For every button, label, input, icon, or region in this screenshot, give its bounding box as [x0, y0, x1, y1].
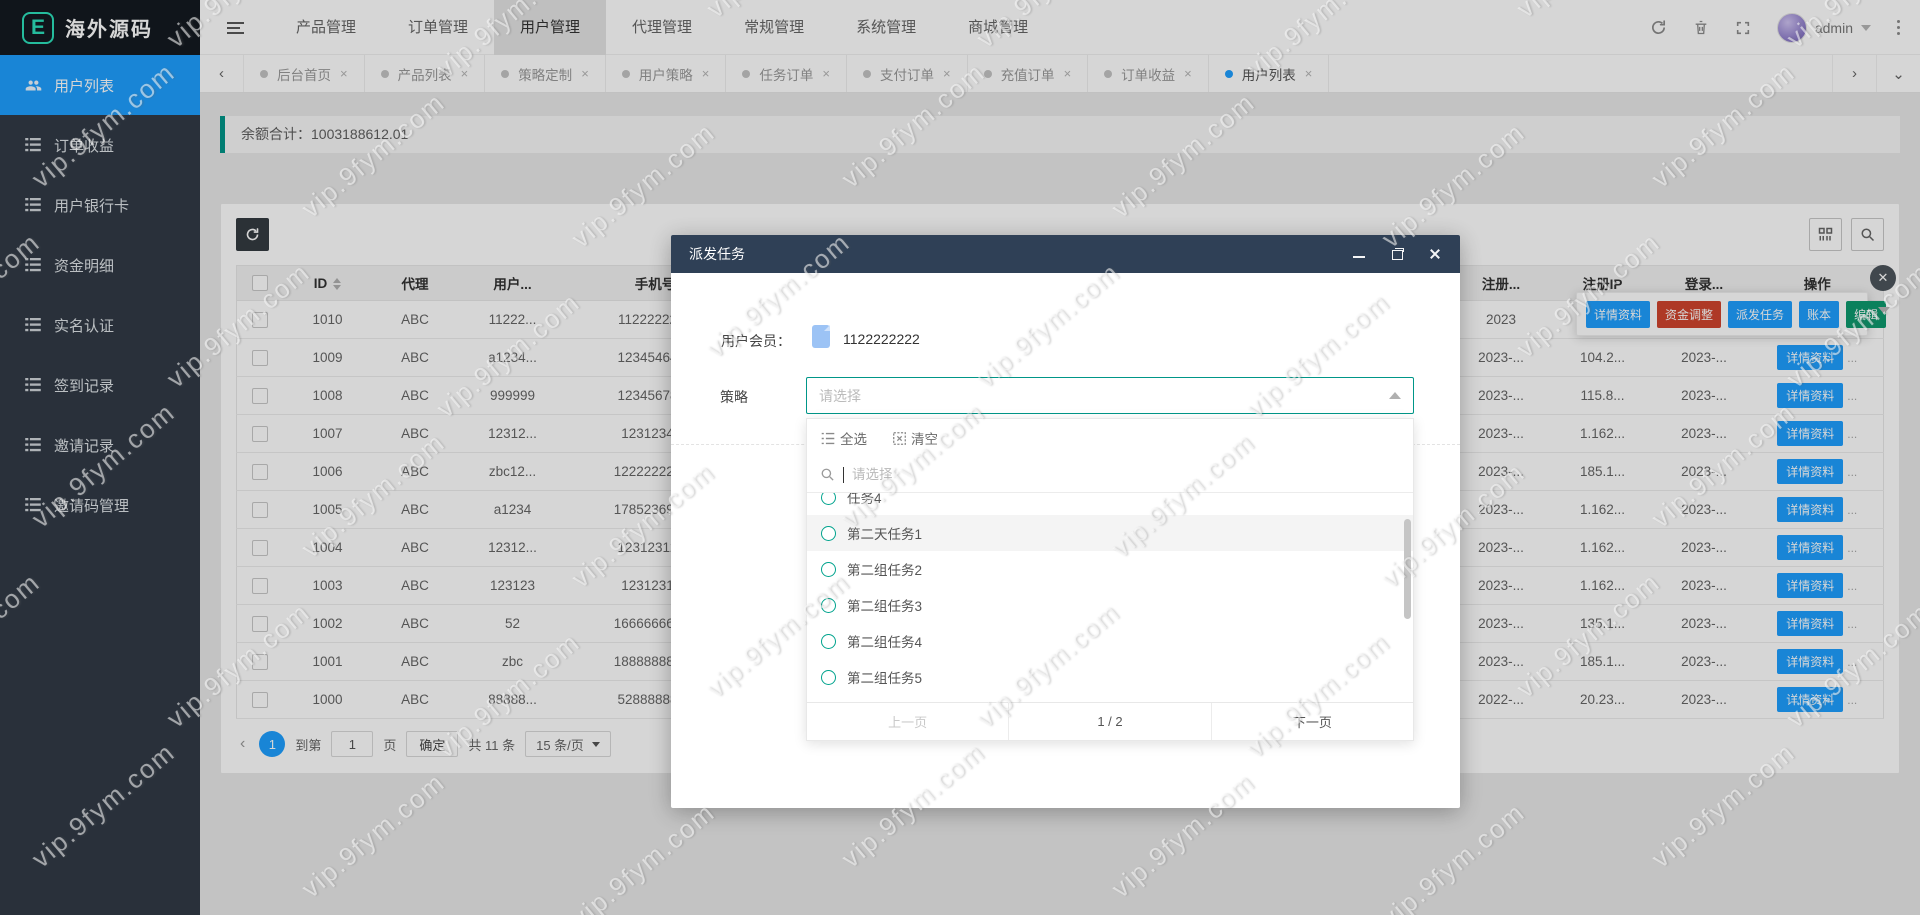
dropdown-option[interactable]: 第二组任务2 — [807, 551, 1413, 587]
close-icon[interactable] — [1428, 247, 1442, 261]
select-all-option[interactable]: 全选 — [821, 428, 867, 448]
strategy-label: 策略 — [720, 387, 748, 407]
dropdown-search-input[interactable] — [852, 467, 1400, 482]
dialog-header[interactable]: 派发任务 — [671, 235, 1460, 273]
strategy-select-placeholder: 请选择 — [819, 386, 861, 406]
option-label: 任务4 — [847, 493, 882, 507]
select-all-label: 全选 — [840, 428, 867, 448]
search-icon — [820, 467, 835, 482]
member-label: 用户会员： — [721, 331, 791, 351]
strategy-dropdown: 全选 清空 任务4 — [806, 418, 1414, 741]
dropdown-next-page[interactable]: 下一页 — [1211, 703, 1413, 740]
option-label: 第二组任务2 — [847, 559, 922, 579]
option-label: 第二组任务3 — [847, 595, 922, 615]
radio-icon — [821, 526, 836, 541]
dropdown-option[interactable]: 第二组任务5 — [807, 659, 1413, 695]
file-icon — [812, 325, 830, 348]
radio-icon — [821, 634, 836, 649]
dropdown-scrollbar[interactable] — [1404, 519, 1411, 619]
clear-option[interactable]: 清空 — [893, 428, 938, 448]
dropdown-option[interactable]: 任务4 — [807, 493, 1413, 515]
minimize-icon[interactable] — [1352, 247, 1366, 261]
clear-label: 清空 — [911, 428, 938, 448]
dropdown-page-info: 1 / 2 — [1008, 703, 1210, 740]
dropdown-option[interactable]: 第二组任务3 — [807, 587, 1413, 623]
dropdown-option[interactable]: 第二天任务1 — [807, 515, 1413, 551]
dispatch-task-dialog: 派发任务 用户会员： 1122222222 策略 请选择 全选 清空 — [671, 235, 1460, 808]
dropdown-toolbar: 全选 清空 — [807, 419, 1413, 457]
dropdown-options: 任务4 第二天任务1 第二组任务2 第二组任务3 — [807, 493, 1413, 703]
dropdown-prev-page[interactable]: 上一页 — [807, 703, 1008, 740]
radio-icon — [821, 493, 836, 505]
member-value: 1122222222 — [843, 331, 920, 347]
maximize-icon[interactable] — [1390, 247, 1404, 261]
dropdown-search — [807, 457, 1413, 493]
dialog-title: 派发任务 — [689, 244, 745, 264]
option-label: 第二组任务4 — [847, 631, 922, 651]
radio-icon — [821, 562, 836, 577]
text-cursor — [843, 467, 844, 483]
option-label: 第二天任务1 — [847, 523, 922, 543]
radio-icon — [821, 598, 836, 613]
dropdown-pagination: 上一页 1 / 2 下一页 — [807, 702, 1413, 740]
strategy-select[interactable]: 请选择 — [806, 377, 1414, 414]
dropdown-option[interactable]: 第二组任务4 — [807, 623, 1413, 659]
chevron-up-icon — [1389, 392, 1401, 399]
dialog-body: 用户会员： 1122222222 策略 请选择 全选 清空 — [671, 273, 1460, 808]
radio-icon — [821, 670, 836, 685]
option-label: 第二组任务5 — [847, 667, 922, 687]
